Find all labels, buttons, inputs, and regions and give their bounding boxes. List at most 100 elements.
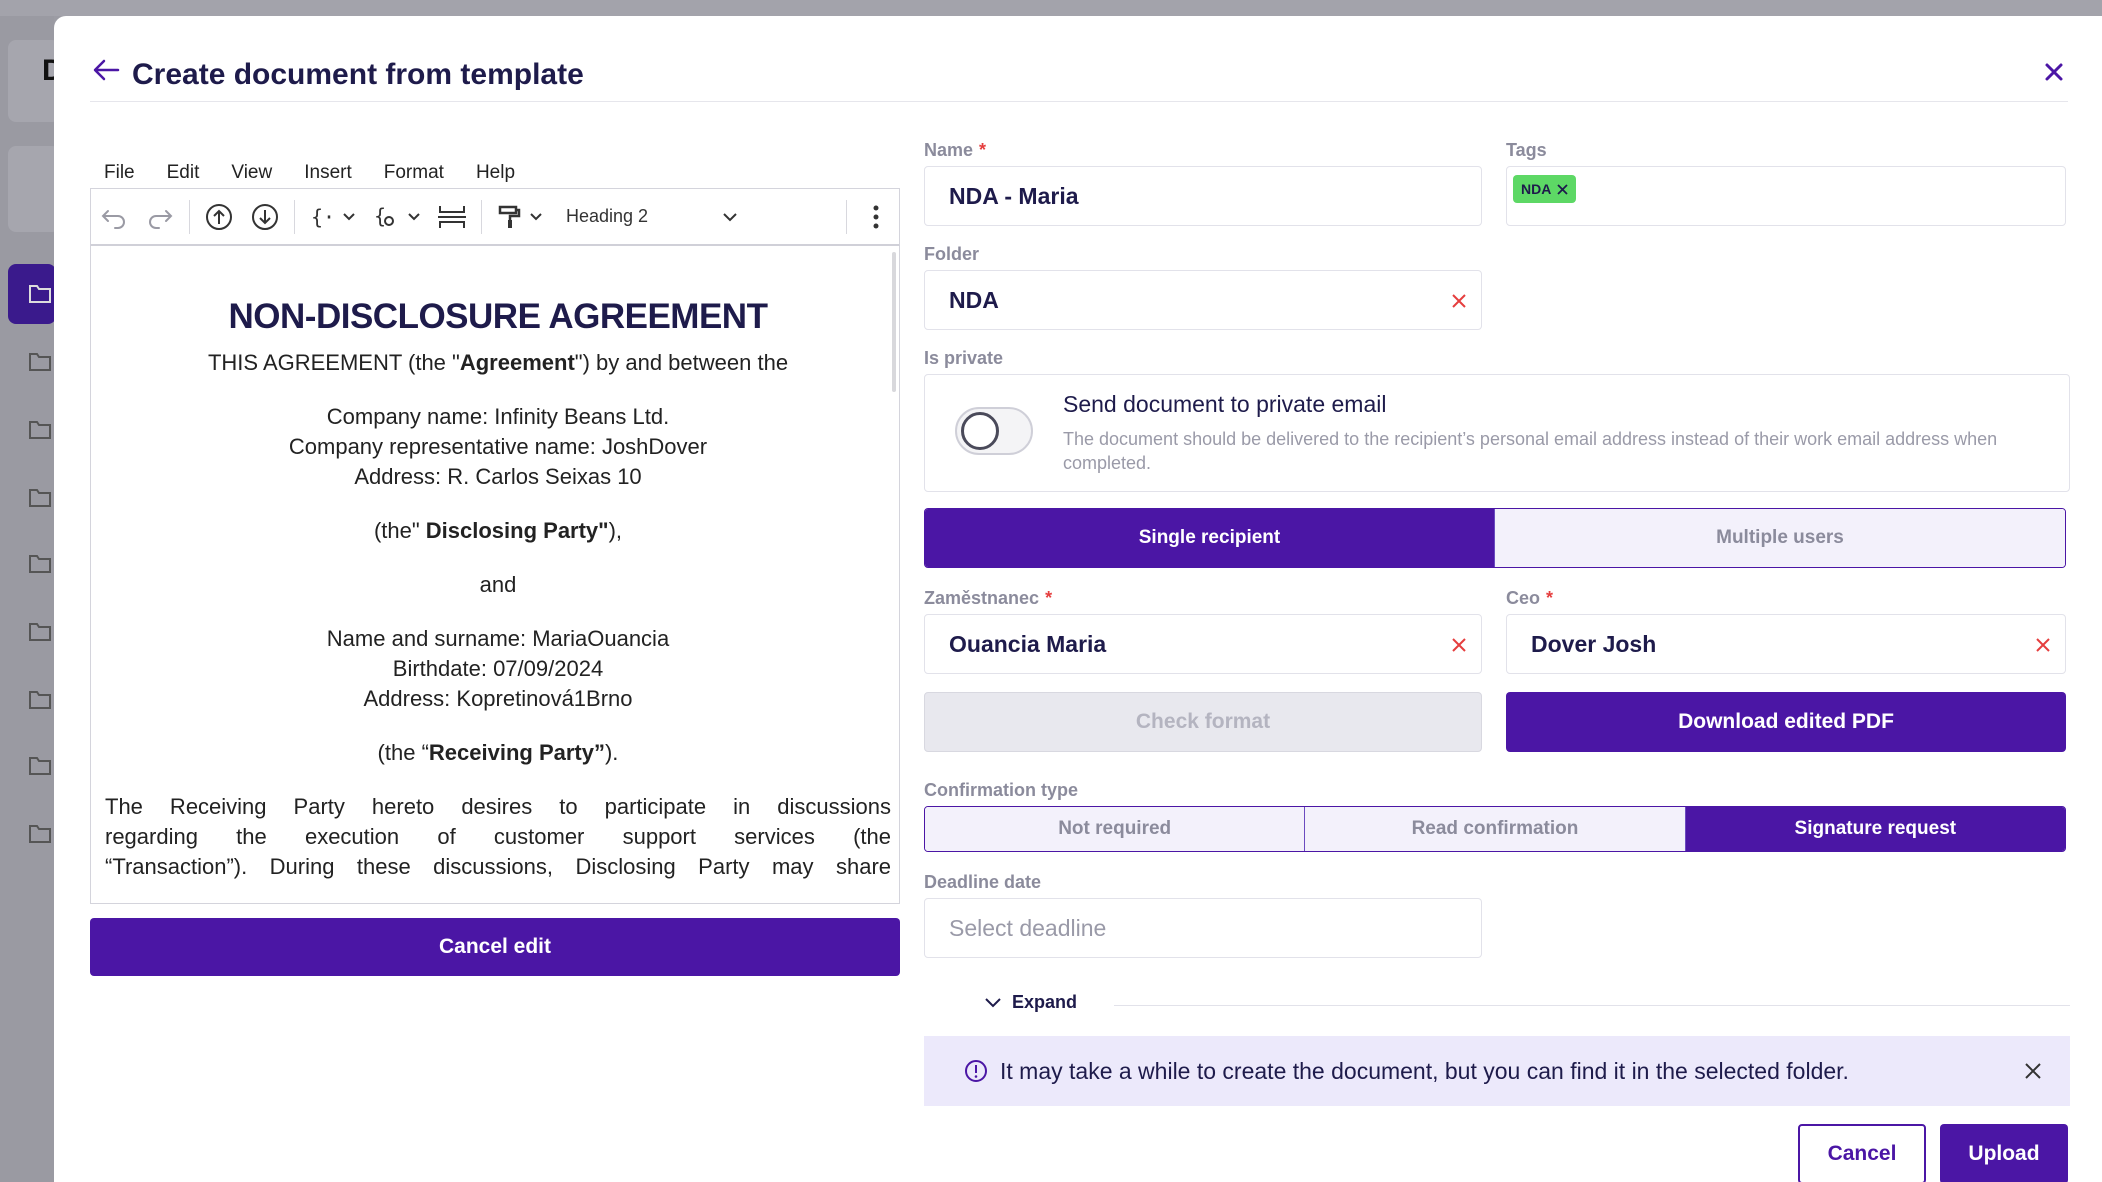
menu-edit[interactable]: Edit	[151, 152, 216, 192]
toolbar-separator	[481, 199, 482, 234]
document-editor[interactable]: NON-DISCLOSURE AGREEMENT THIS AGREEMENT …	[90, 246, 900, 904]
folder-value: NDA	[949, 286, 999, 313]
folder-icon	[29, 555, 51, 573]
folder-select[interactable]: NDA	[924, 270, 1482, 330]
employee-label: Zaměstnanec *	[924, 588, 1053, 608]
read-confirmation-option[interactable]: Read confirmation	[1304, 807, 1685, 851]
expand-label: Expand	[1012, 992, 1078, 1012]
ceo-select[interactable]: Dover Josh	[1506, 614, 2066, 674]
close-icon[interactable]	[2022, 1060, 2044, 1082]
person-address: Address: Kopretinová1Brno	[363, 686, 633, 711]
editor-menubar: File Edit View Insert Format Help	[90, 152, 531, 192]
employee-select[interactable]: Ouancia Maria	[924, 614, 1482, 674]
single-recipient-option[interactable]: Single recipient	[925, 509, 1494, 567]
modal-title: Create document from template	[132, 58, 584, 91]
private-toggle[interactable]	[955, 407, 1033, 455]
arrow-down-circle-icon	[252, 203, 278, 230]
undo-button[interactable]	[91, 195, 137, 239]
company-representative: Company representative name: JoshDover	[288, 434, 708, 459]
back-arrow-icon[interactable]	[90, 56, 122, 84]
create-document-modal: Create document from template File Edit …	[54, 16, 2102, 1182]
expand-button[interactable]: Expand	[984, 992, 1077, 1013]
paint-roller-icon	[498, 205, 521, 228]
redo-icon	[149, 209, 173, 229]
clear-icon[interactable]	[2033, 635, 2053, 655]
clear-icon[interactable]	[1449, 635, 1469, 655]
menu-format[interactable]: Format	[368, 152, 460, 192]
disclosing-party: (the" Disclosing Party"),	[373, 518, 623, 543]
folder-icon	[29, 825, 51, 843]
folder-icon	[29, 691, 51, 709]
braces-eye-icon: {	[374, 204, 394, 228]
block-style-value: Heading 2	[566, 206, 649, 226]
company-address: Address: R. Carlos Seixas 10	[354, 464, 642, 489]
signature-request-option[interactable]: Signature request	[1684, 807, 2065, 851]
document-paragraph-line: The Receiving Party hereto desires to pa…	[105, 794, 891, 819]
toggle-knob	[961, 412, 999, 450]
tag-remove-icon[interactable]	[1557, 183, 1568, 195]
svg-text:{: {	[374, 204, 386, 228]
menu-view[interactable]: View	[215, 152, 288, 192]
private-email-option: Send document to private email The docum…	[924, 374, 2070, 492]
deadline-label: Deadline date	[924, 872, 1042, 892]
document-scrollbar[interactable]	[892, 252, 896, 392]
folder-icon	[29, 285, 51, 303]
close-icon[interactable]	[2040, 58, 2068, 86]
format-painter-button[interactable]	[488, 195, 552, 239]
background-card	[8, 146, 60, 232]
clear-icon[interactable]	[1449, 291, 1469, 311]
redo-button[interactable]	[137, 195, 183, 239]
tags-input[interactable]: NDA	[1506, 166, 2066, 226]
move-up-button[interactable]	[196, 195, 242, 239]
background-header	[0, 0, 2102, 16]
page-break-icon	[438, 205, 466, 228]
menu-help[interactable]: Help	[460, 152, 531, 192]
deadline-placeholder: Select deadline	[949, 914, 1107, 941]
tag-label: NDA	[1521, 181, 1552, 197]
page-break-button[interactable]	[429, 195, 475, 239]
menu-file[interactable]: File	[90, 152, 151, 192]
company-details: Company name: Infinity Beans Ltd. Compan…	[105, 402, 891, 492]
expand-row: Expand	[924, 990, 2070, 1020]
folder-label: Folder	[924, 244, 980, 264]
not-required-option[interactable]: Not required	[925, 807, 1305, 851]
arrow-up-circle-icon	[206, 203, 232, 230]
multiple-users-option[interactable]: Multiple users	[1494, 509, 2065, 567]
tag-chip: NDA	[1513, 175, 1577, 203]
person-details: Name and surname: MariaOuancia Birthdate…	[105, 624, 891, 714]
insert-variable-button[interactable]: {·}	[301, 195, 365, 239]
document-paragraph-line: regarding the execution of customer supp…	[105, 824, 891, 849]
deadline-input[interactable]: Select deadline	[924, 898, 1482, 958]
more-vertical-icon	[873, 205, 879, 228]
check-format-button[interactable]: Check format	[924, 692, 1482, 752]
move-down-button[interactable]	[242, 195, 288, 239]
document-intro: THIS AGREEMENT (the "Agreement") by and …	[207, 350, 789, 375]
menu-insert[interactable]: Insert	[288, 152, 368, 192]
chevron-down-icon	[343, 212, 355, 220]
name-label: Name *	[924, 140, 987, 160]
download-pdf-button[interactable]: Download edited PDF	[1506, 692, 2066, 752]
person-name: Name and surname: MariaOuancia	[326, 626, 670, 651]
chevron-down-icon	[408, 212, 420, 220]
employee-value: Ouancia Maria	[949, 630, 1107, 657]
document-content: NON-DISCLOSURE AGREEMENT THIS AGREEMENT …	[105, 296, 891, 882]
toolbar-separator	[846, 199, 847, 234]
chevron-down-icon	[723, 212, 737, 221]
document-heading: NON-DISCLOSURE AGREEMENT	[228, 297, 768, 336]
cancel-button[interactable]: Cancel	[1798, 1124, 1926, 1182]
toolbar-separator	[189, 199, 190, 234]
cancel-edit-button[interactable]: Cancel edit	[90, 918, 900, 976]
name-input[interactable]: NDA - Maria	[924, 166, 1482, 226]
upload-button[interactable]: Upload	[1940, 1124, 2068, 1182]
toolbar-separator	[294, 199, 295, 234]
more-options-button[interactable]	[853, 195, 899, 239]
confirmation-type-label: Confirmation type	[924, 780, 1079, 800]
svg-text:{·}: {·}	[311, 205, 336, 229]
block-style-select[interactable]: Heading 2	[552, 197, 752, 237]
insert-conditional-button[interactable]: {	[365, 195, 429, 239]
required-asterisk: *	[1546, 588, 1554, 608]
folder-icon	[29, 757, 51, 775]
confirmation-type-toggle: Not required Read confirmation Signature…	[924, 806, 2066, 852]
ceo-label: Ceo *	[1506, 588, 1554, 608]
modal-header: Create document from template	[90, 38, 2068, 102]
